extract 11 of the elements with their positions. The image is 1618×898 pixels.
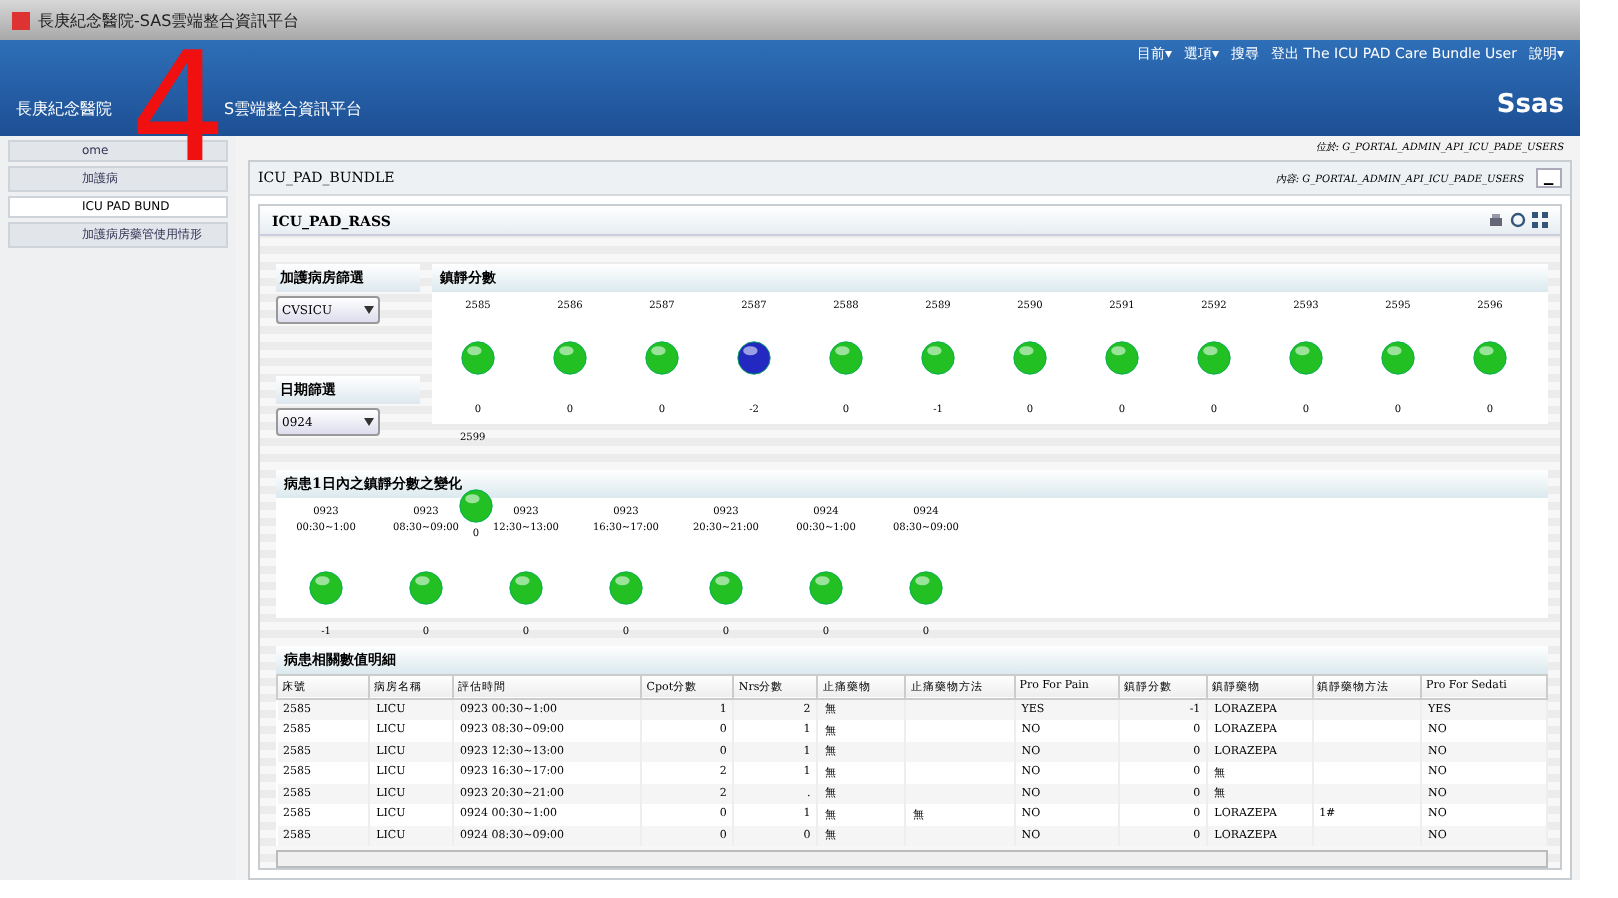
caret-icon bbox=[364, 306, 374, 315]
portal-title: S雲端整合資訊平台 bbox=[224, 98, 363, 120]
app-icon bbox=[12, 11, 30, 29]
grid-icon[interactable] bbox=[1532, 212, 1548, 229]
logo: Ssas bbox=[1496, 90, 1564, 120]
refresh-icon[interactable] bbox=[1510, 212, 1526, 229]
print-icon[interactable] bbox=[1488, 212, 1504, 229]
caret-icon bbox=[364, 418, 374, 427]
window-title: 長庚紀念醫院-SAS雲端整合資訊平台 bbox=[38, 9, 300, 31]
portal-title: 長庚紀念醫院 bbox=[16, 98, 112, 120]
horizontal-scrollbar[interactable] bbox=[276, 850, 1548, 868]
